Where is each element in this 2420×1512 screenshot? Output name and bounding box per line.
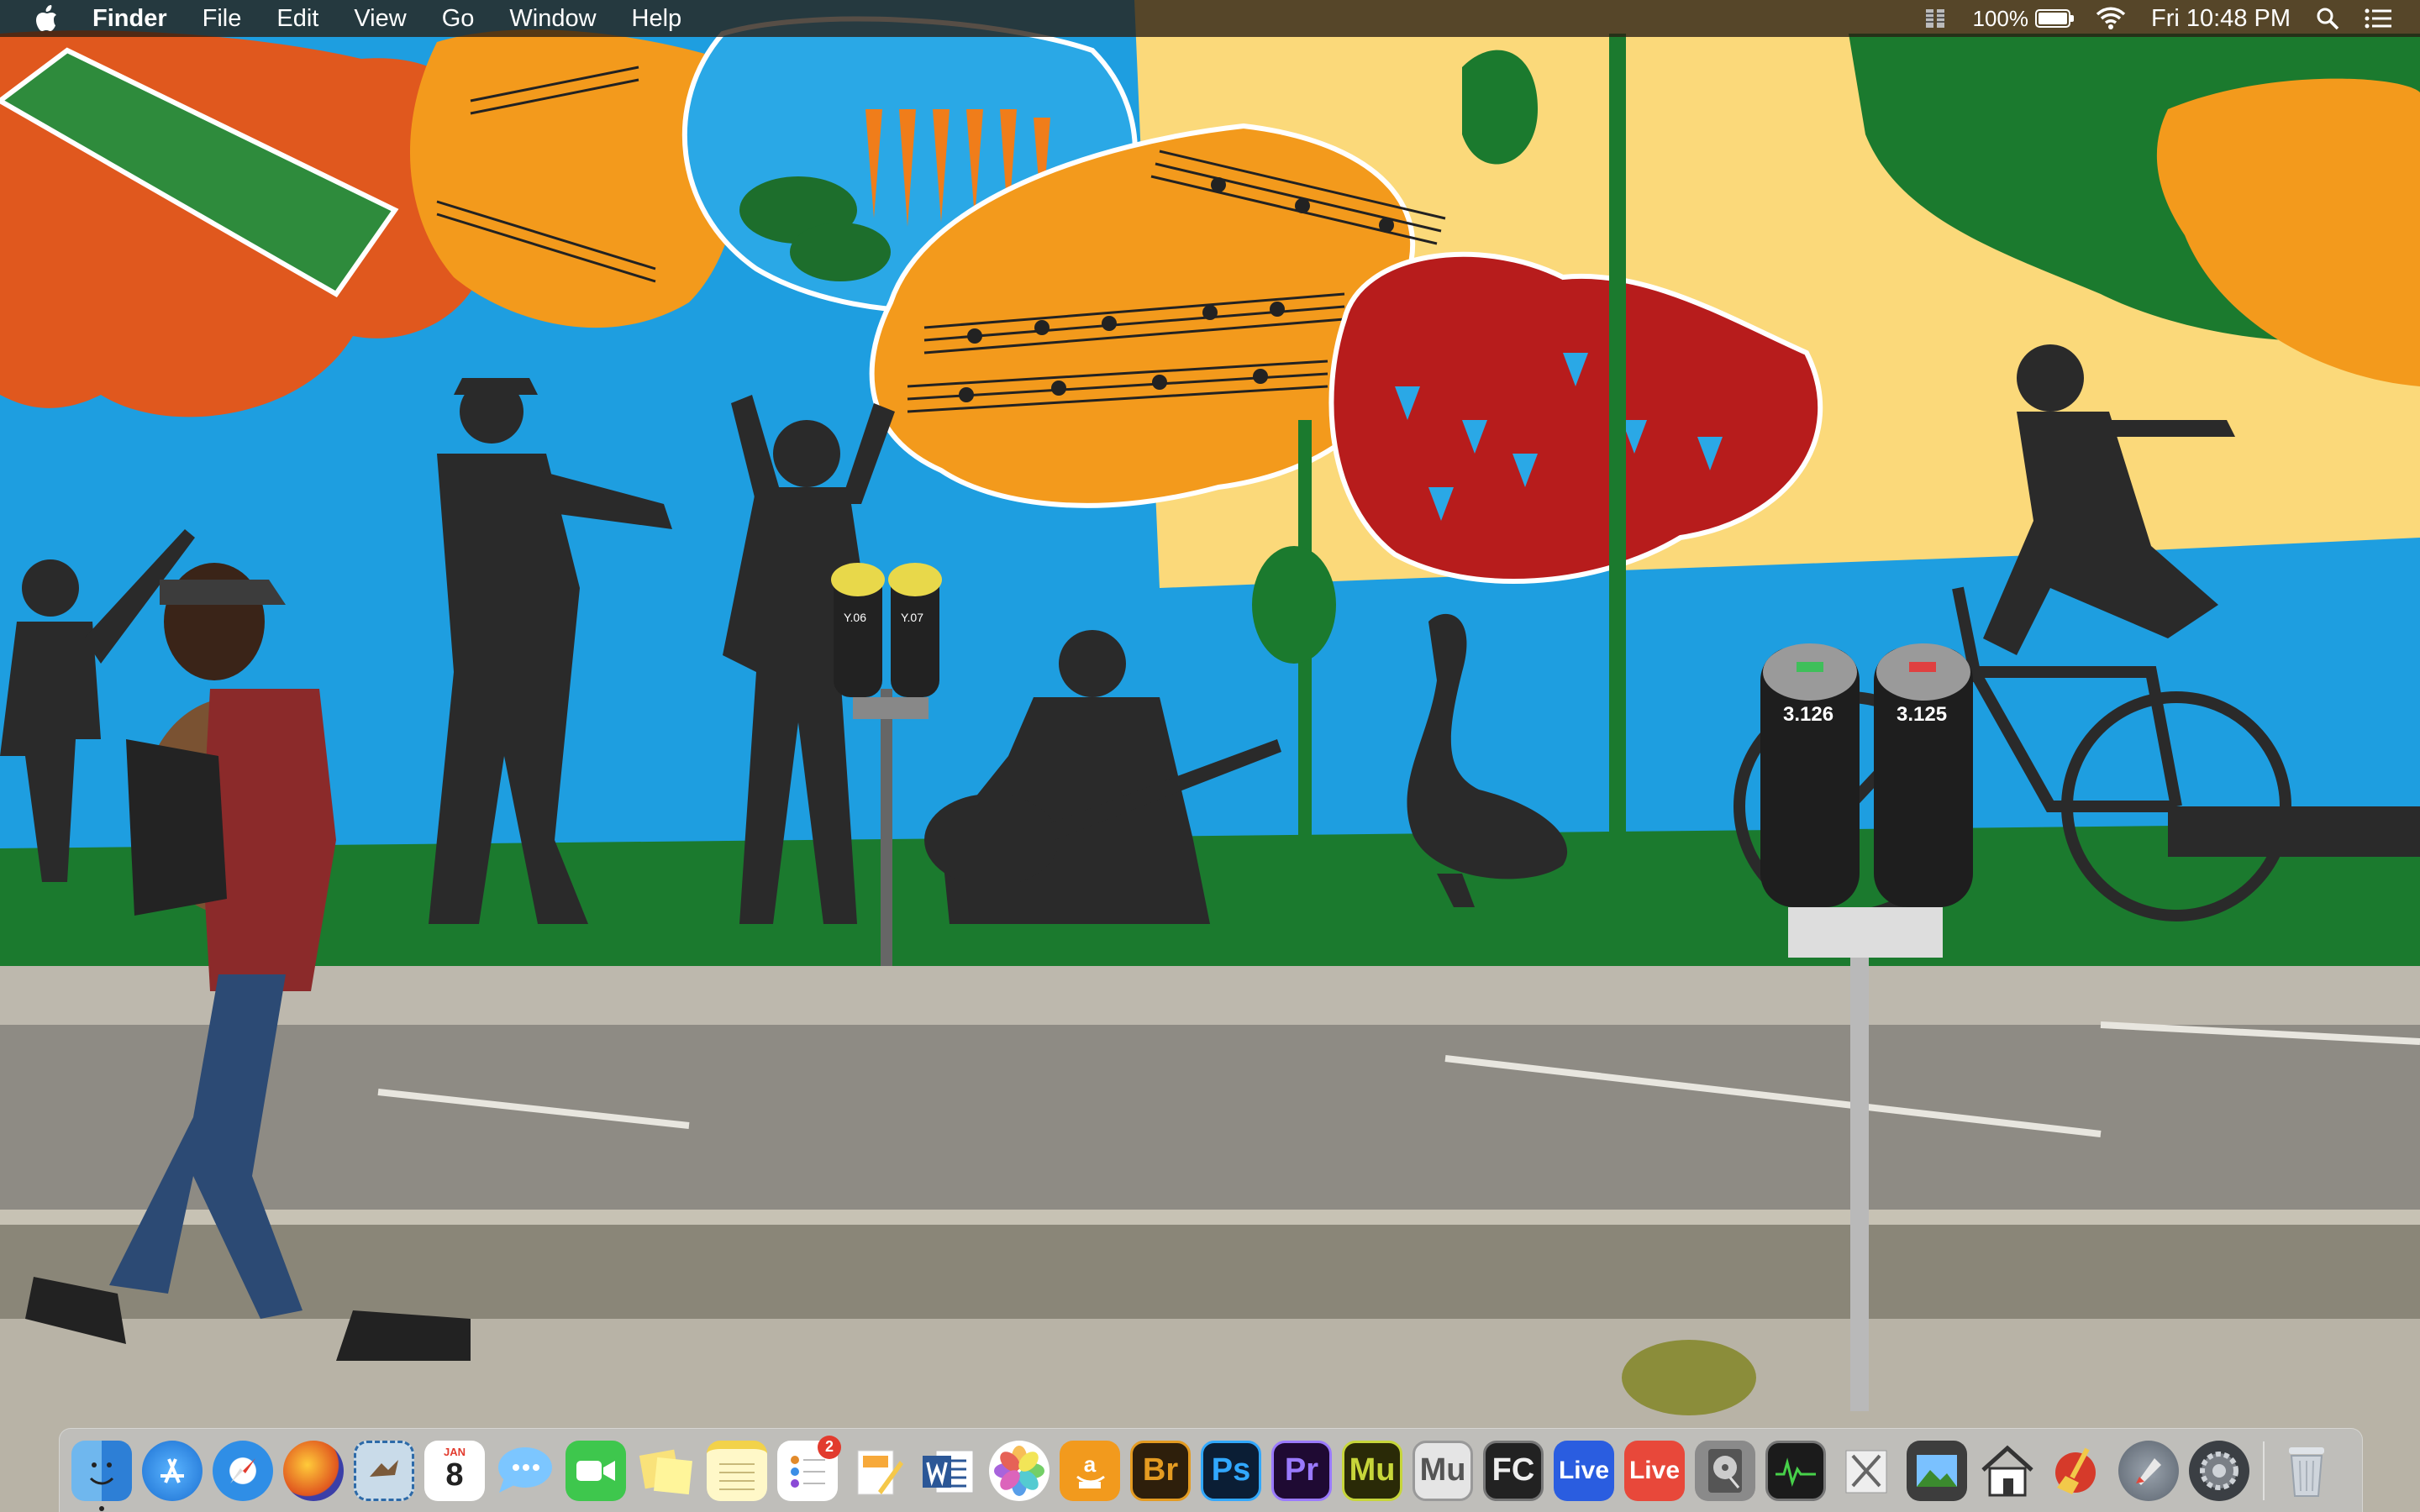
dock-pages[interactable] [848,1441,908,1501]
amazon-smile-icon: a [1076,1452,1105,1488]
svg-text:a: a [1084,1452,1097,1477]
battery-icon [2035,9,2074,28]
word-document-icon [923,1450,974,1493]
safari-compass-icon [230,1457,255,1483]
menu-edit[interactable]: Edit [276,5,318,33]
dock-disk-utility[interactable] [1695,1440,1755,1501]
wifi-icon[interactable] [2096,7,2126,30]
menu-help[interactable]: Help [632,5,682,33]
dock-photos[interactable] [989,1440,1050,1501]
app-menu-finder[interactable]: Finder [92,5,167,33]
reminders-badge: 2 [818,1435,841,1459]
dock-amazon-music[interactable]: a [1060,1440,1120,1501]
running-indicator [99,1505,104,1511]
dock-muse[interactable]: Mu [1342,1440,1402,1501]
dock-separator [2263,1441,2265,1500]
battery-level-fill [2039,13,2067,24]
dock-messages[interactable] [495,1441,555,1501]
spotlight-search-icon[interactable] [2316,7,2339,30]
apple-menu-icon[interactable] [34,3,60,34]
dock: JAN 8 2 a Br Ps Pr Mu Mu FC Live Live [59,1428,2363,1512]
stickies-notes-icon [639,1449,692,1494]
dock-launchpad[interactable] [2118,1440,2179,1501]
dock-finder[interactable] [71,1440,132,1511]
eagle-stamp-icon [370,1459,398,1477]
finder-face-icon [89,1462,114,1484]
menubar-clock[interactable]: Fri 10:48 PM [2151,5,2291,33]
dock-word[interactable] [918,1441,979,1501]
menu-file[interactable]: File [203,5,242,33]
photos-flower-icon [994,1445,1044,1496]
battery-percent: 100% [1972,5,2029,31]
meter-label-right: Y.07 [901,611,923,624]
dock-notes[interactable] [707,1440,767,1501]
trash-can-icon [2289,1446,2324,1497]
dock-adobe-bridge[interactable]: Br [1130,1440,1191,1501]
dock-live-red[interactable]: Live [1624,1440,1685,1501]
calendar-day: 8 [445,1457,464,1493]
broom-icon [2055,1447,2096,1494]
rocket-icon [2136,1457,2161,1485]
notification-center-icon[interactable] [2365,8,2391,29]
battery-status[interactable]: 100% [1972,5,2074,32]
dock-facetime[interactable] [566,1440,626,1501]
scissors-tool-icon [1845,1450,1887,1493]
dock-photoshop[interactable]: Ps [1201,1440,1261,1501]
menu-bar: Finder File Edit View Go Window Help 100… [0,0,2420,37]
dock-trash[interactable] [2276,1441,2337,1501]
calendar-month: JAN [443,1445,466,1458]
meter-label-left: Y.06 [844,611,866,624]
hard-disk-icon [1708,1448,1742,1493]
dock-calendar[interactable]: JAN 8 [424,1440,485,1501]
dock-safari[interactable] [213,1440,273,1501]
notes-lines-icon [719,1462,755,1490]
istat-meter-icon[interactable] [1923,6,1948,31]
dock-grab[interactable] [1836,1441,1897,1501]
dock-activity-monitor[interactable] [1765,1440,1826,1501]
activity-graph-icon [1776,1457,1816,1487]
meter-display-left: 3.126 [1783,703,1833,726]
app-store-icon [160,1457,184,1483]
gear-icon [2200,1451,2238,1490]
house-icon [1981,1445,2033,1496]
pages-pencil-icon [857,1450,903,1494]
dock-live-blue[interactable]: Live [1554,1440,1614,1501]
menu-go[interactable]: Go [442,5,475,33]
dock-reminders[interactable]: 2 [777,1435,841,1501]
dock-system-preferences[interactable] [2189,1440,2249,1501]
dock-app-store[interactable] [142,1440,203,1501]
menu-window[interactable]: Window [509,5,596,33]
dock-mu-app[interactable]: Mu [1413,1440,1473,1501]
menu-view[interactable]: View [354,5,406,33]
dock-preview[interactable] [1907,1440,1967,1501]
dock-ccleaner[interactable] [2048,1441,2108,1501]
photo-preview-icon [1917,1454,1957,1487]
messages-bubble-icon [498,1446,552,1493]
meter-display-right: 3.125 [1897,703,1947,726]
dock-final-cut[interactable]: FC [1483,1440,1544,1501]
dock-home[interactable] [1977,1441,2038,1501]
dock-stickies[interactable] [636,1441,697,1501]
dock-premiere[interactable]: Pr [1271,1440,1332,1501]
dock-firefox[interactable] [283,1440,344,1501]
video-camera-icon [576,1460,615,1481]
desktop-wallpaper: Y.06 Y.07 3.126 3.125 [0,0,2420,1512]
dock-mail-stamp[interactable] [354,1440,414,1501]
